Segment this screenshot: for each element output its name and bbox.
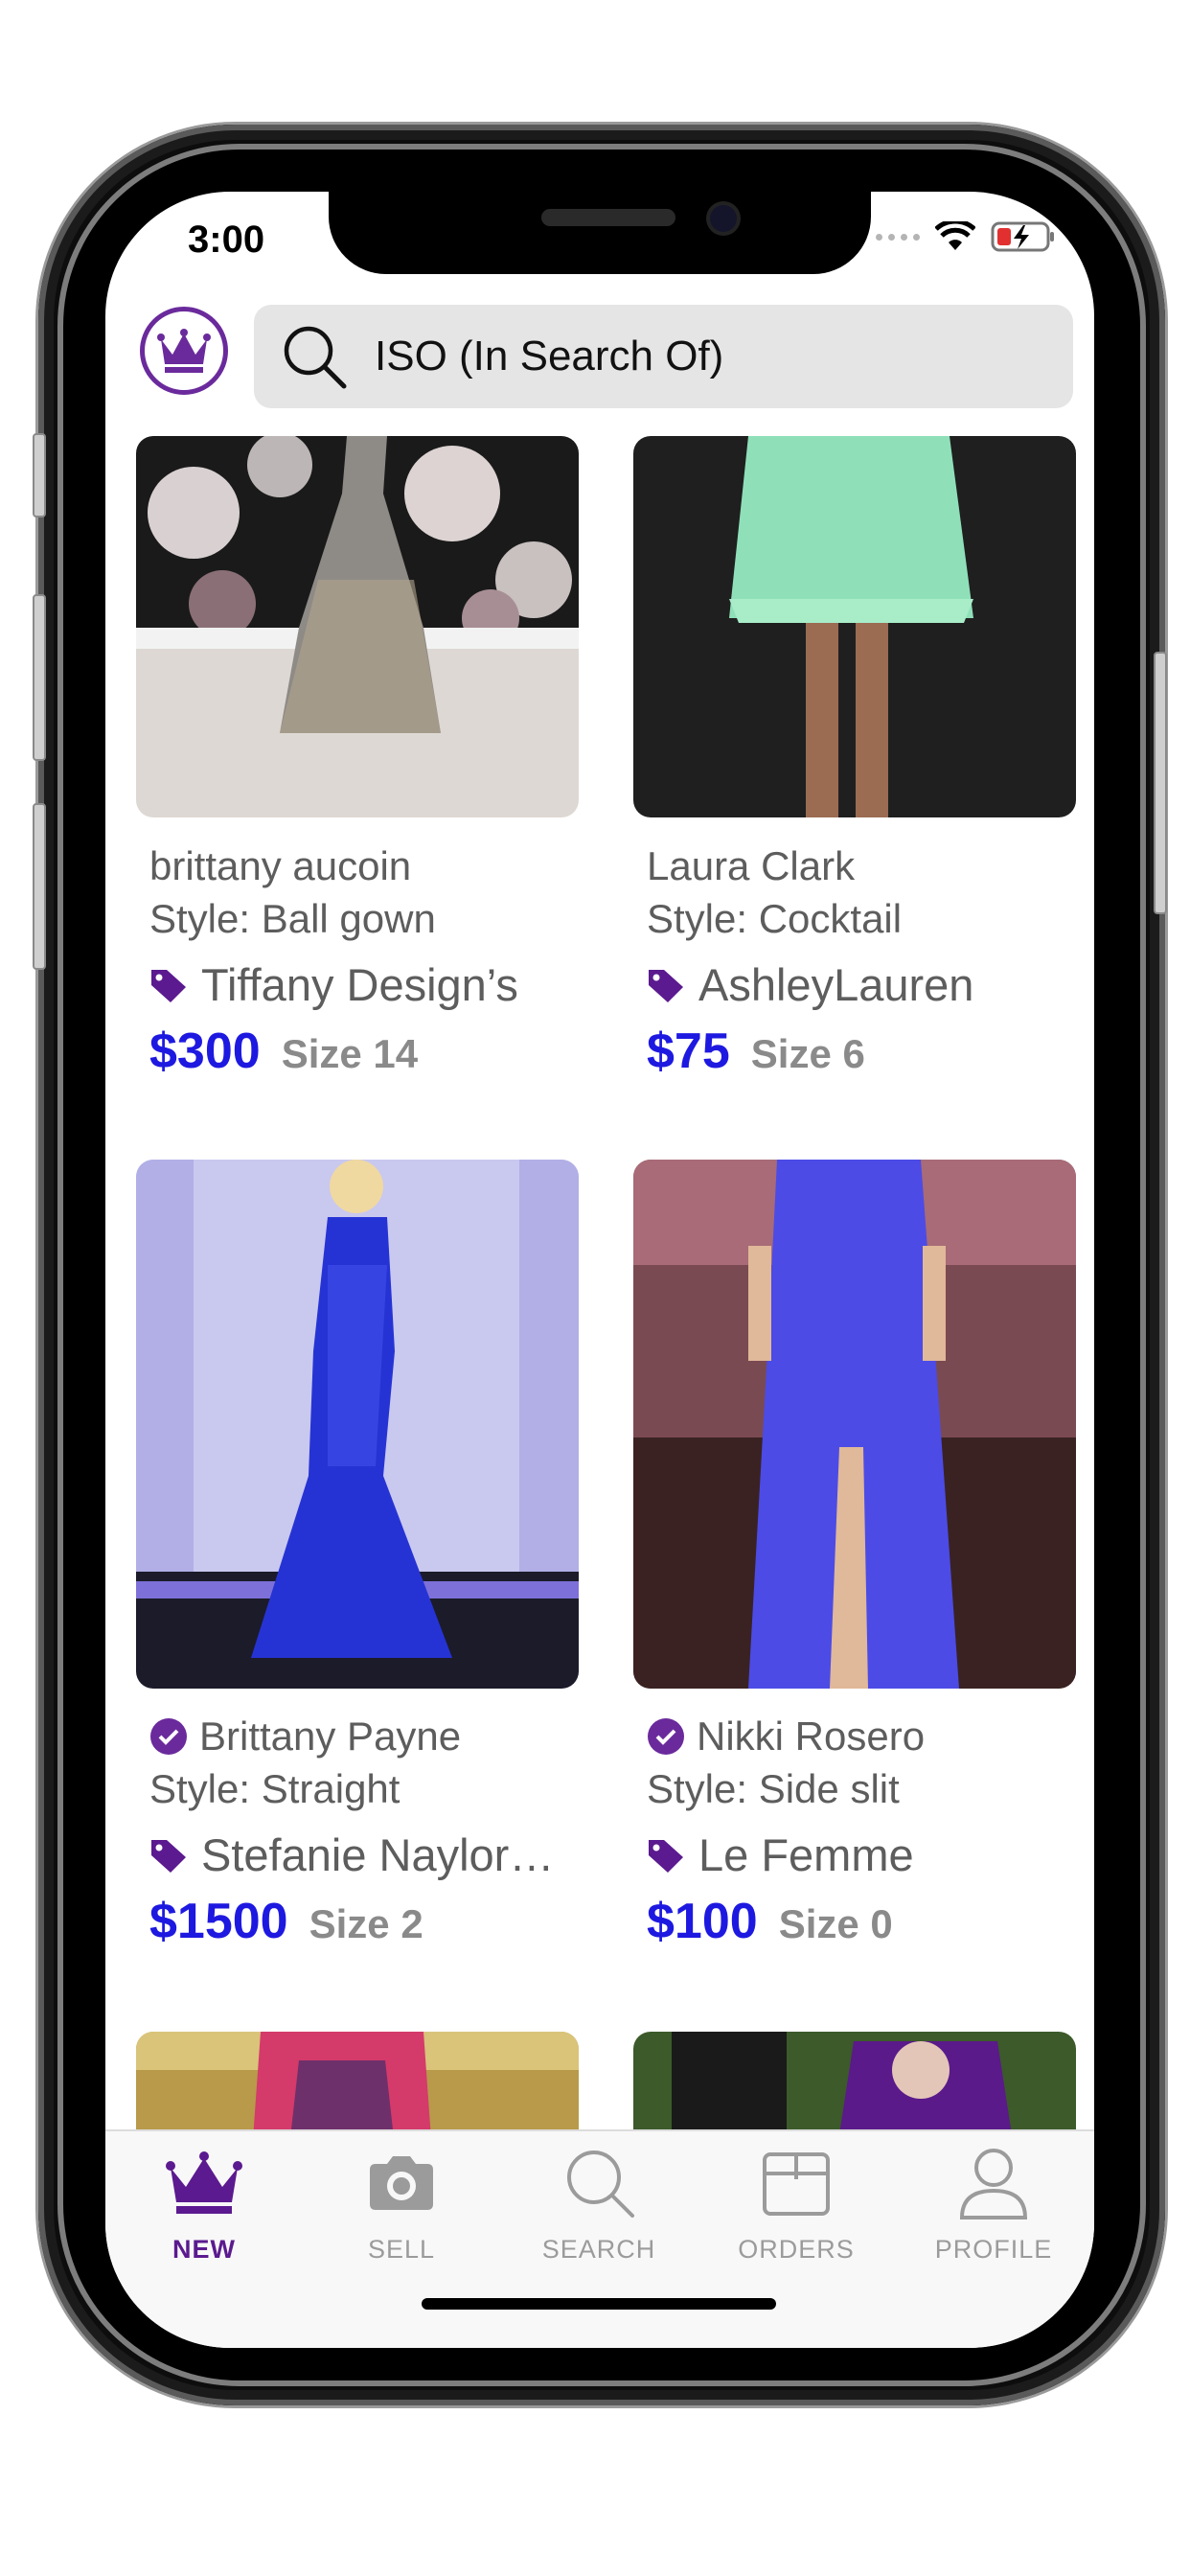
verified-badge-icon (648, 1718, 684, 1755)
brand-text: Stefanie Naylor… (201, 1829, 555, 1880)
tag-icon (649, 1839, 683, 1873)
tag-icon (649, 969, 683, 1002)
tab-sell[interactable]: SELL (303, 2141, 500, 2265)
signal-icon (876, 233, 920, 241)
price: $75 (647, 1024, 730, 1079)
listing-photo[interactable] (136, 2032, 579, 2132)
bottom-tab-bar: NEW SELL SEARCH ORDERS PROFILE (105, 2129, 1094, 2348)
seller-name[interactable]: brittany aucoin (149, 843, 411, 889)
listing-photo[interactable] (633, 2032, 1076, 2132)
listing-photo[interactable] (633, 436, 1076, 817)
seller-name-text: Nikki Rosero (697, 1714, 926, 1759)
dress-style: Style: Straight (149, 1766, 400, 1811)
tab-profile[interactable]: PROFILE (895, 2141, 1092, 2265)
front-camera (710, 205, 737, 232)
tab-search[interactable]: SEARCH (500, 2141, 698, 2265)
mute-switch (33, 433, 46, 518)
notch (329, 192, 871, 274)
volume-up-button (33, 594, 46, 761)
price: $100 (647, 1894, 758, 1949)
app-screen: 3:00 ISO (In Search Of) brittany aucoin … (105, 192, 1094, 2348)
tab-label: SEARCH (541, 2235, 656, 2264)
price-size-row: $100 Size 0 (647, 1893, 893, 1950)
crown-icon (166, 2151, 242, 2214)
dress-style: Style: Ball gown (149, 896, 436, 941)
search-icon (567, 2150, 634, 2218)
listing-feed[interactable]: brittany aucoin Style: Ball gown Tiffany… (105, 436, 1094, 2132)
search-icon (284, 326, 347, 389)
price-size-row: $1500 Size 2 (149, 1893, 423, 1950)
person-icon (959, 2149, 1028, 2220)
tab-label: NEW (172, 2235, 236, 2264)
price-size-row: $75 Size 6 (647, 1023, 865, 1080)
box-icon (763, 2152, 830, 2216)
size: Size 2 (309, 1901, 423, 1946)
tab-orders[interactable]: ORDERS (698, 2141, 895, 2265)
designer-brand: Stefanie Naylor… (149, 1828, 554, 1881)
crown-logo-button[interactable] (140, 307, 228, 395)
dress-style: Style: Cocktail (647, 896, 903, 941)
tab-label: ORDERS (738, 2235, 855, 2264)
designer-brand: AshleyLauren (647, 958, 973, 1011)
verified-badge-icon (150, 1718, 187, 1755)
price-size-row: $300 Size 14 (149, 1023, 418, 1080)
size: Size 6 (750, 1031, 865, 1076)
seller-name-text: Laura Clark (647, 843, 856, 888)
seller-name[interactable]: Laura Clark (647, 843, 855, 889)
crown-icon (157, 329, 211, 373)
seller-name[interactable]: Nikki Rosero (647, 1714, 925, 1760)
designer-brand: Le Femme (647, 1828, 914, 1881)
tab-new[interactable]: NEW (105, 2141, 303, 2265)
search-placeholder: ISO (In Search Of) (375, 333, 724, 380)
seller-name[interactable]: Brittany Payne (149, 1714, 461, 1760)
listing-photo[interactable] (633, 1160, 1076, 1689)
battery-charging-icon (991, 221, 1054, 252)
status-icons (876, 220, 1056, 253)
seller-name-text: Brittany Payne (199, 1714, 462, 1759)
wifi-icon (935, 221, 975, 250)
power-button (1154, 652, 1167, 914)
tab-label: SELL (367, 2235, 436, 2264)
status-time: 3:00 (188, 218, 265, 261)
price: $1500 (149, 1894, 288, 1949)
designer-brand: Tiffany Design’s (149, 958, 518, 1011)
seller-name-text: brittany aucoin (149, 843, 412, 888)
price: $300 (149, 1024, 261, 1079)
size: Size 0 (778, 1901, 893, 1946)
brand-text: AshleyLauren (698, 959, 974, 1010)
tag-icon (151, 1839, 186, 1873)
search-input[interactable]: ISO (In Search Of) (254, 305, 1073, 408)
brand-text: Le Femme (698, 1829, 914, 1880)
volume-down-button (33, 803, 46, 970)
dress-style: Style: Side slit (647, 1766, 900, 1811)
listing-photo[interactable] (136, 1160, 579, 1689)
listing-photo[interactable] (136, 436, 579, 817)
tag-icon (151, 969, 186, 1002)
size: Size 14 (281, 1031, 419, 1076)
home-indicator[interactable] (422, 2298, 776, 2310)
tab-label: PROFILE (934, 2235, 1053, 2264)
camera-icon (370, 2156, 433, 2210)
brand-text: Tiffany Design’s (201, 959, 518, 1010)
speaker-grille (541, 209, 675, 226)
